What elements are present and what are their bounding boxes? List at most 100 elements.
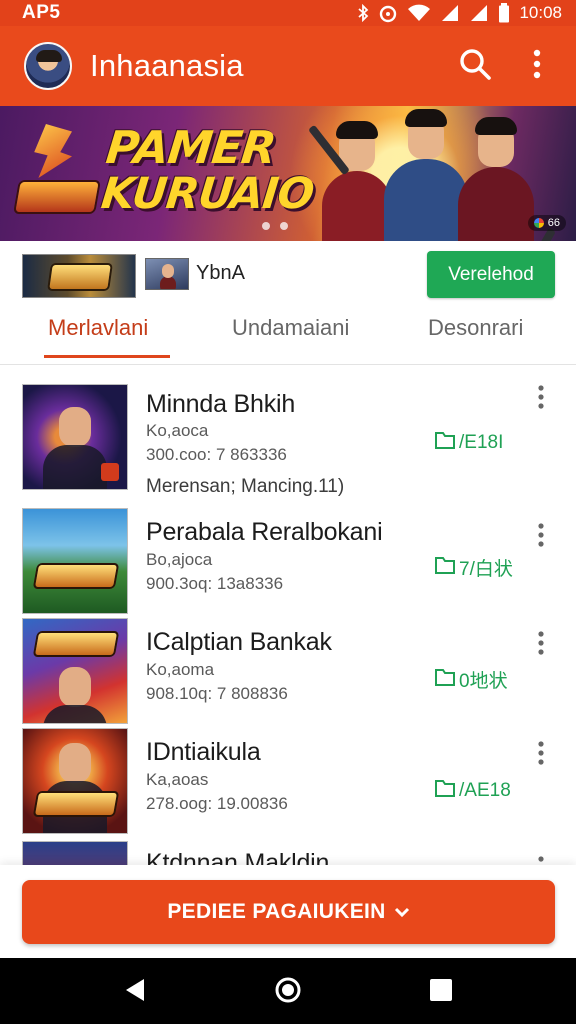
item-title: Minnda Bhkih bbox=[146, 390, 296, 418]
item-meta: Bo,ajoca 900.3oq: 13a8336 bbox=[146, 548, 283, 596]
banner-badge: 66 bbox=[527, 215, 566, 231]
more-vert-icon bbox=[537, 522, 545, 552]
primary-action-button[interactable]: PEDIEE PAGAIUKEIN bbox=[22, 880, 555, 944]
item-title: IDntiaikula bbox=[146, 738, 261, 766]
banner-dot[interactable] bbox=[280, 222, 288, 230]
item-thumbnail bbox=[22, 618, 128, 724]
list-item[interactable]: ICalptian Bankak Ko,aoma 908.10q: 7 8088… bbox=[0, 618, 576, 730]
item-stat: /E18I bbox=[434, 430, 503, 456]
list-item[interactable]: IDntiaikula Ka,aoas 278.oog: 19.00836 /A… bbox=[0, 728, 576, 840]
item-stat-text: 7/白状 bbox=[459, 559, 513, 580]
system-nav-bar bbox=[0, 958, 576, 1024]
more-vert-icon bbox=[532, 49, 542, 84]
item-stat: 0地状 bbox=[434, 666, 508, 693]
item-stat-text: /AE18 bbox=[459, 780, 511, 801]
item-meta-line1: Ko,aoca bbox=[146, 421, 209, 440]
app-title: Inhaanasia bbox=[90, 48, 244, 83]
item-meta-line1: Bo,ajoca bbox=[146, 550, 213, 569]
item-more-button[interactable] bbox=[528, 855, 554, 865]
banner-character-3 bbox=[458, 117, 534, 241]
item-stat-text: 0地状 bbox=[459, 671, 508, 692]
item-title: Perabala Reralbokani bbox=[146, 518, 383, 546]
item-thumbnail bbox=[22, 841, 128, 865]
status-carrier: AP5 bbox=[22, 2, 61, 23]
item-meta-line1: Ko,aoma bbox=[146, 660, 215, 679]
item-more-button[interactable] bbox=[528, 630, 554, 660]
banner-character-1 bbox=[322, 121, 392, 241]
alarm-icon bbox=[378, 3, 398, 23]
back-icon bbox=[122, 977, 148, 1008]
bluetooth-icon bbox=[357, 4, 369, 22]
search-icon bbox=[458, 47, 492, 86]
promo-banner[interactable]: PAMER KURUAIO 66 bbox=[0, 106, 576, 241]
status-icons: 10:08 bbox=[357, 3, 562, 23]
item-stat: /AE18 bbox=[434, 778, 511, 804]
item-thumbnail bbox=[22, 728, 128, 834]
more-vert-icon bbox=[537, 630, 545, 660]
signal-icon-2 bbox=[469, 4, 489, 22]
banner-dot[interactable] bbox=[262, 222, 270, 230]
item-title: ICalptian Bankak bbox=[146, 628, 332, 656]
banner-game-logo bbox=[14, 120, 100, 220]
tab-merlavlani[interactable]: Merlavlani bbox=[48, 315, 148, 341]
promo-game-thumbnail[interactable] bbox=[22, 254, 136, 298]
item-meta: Ko,aoma 908.10q: 7 808836 bbox=[146, 658, 288, 706]
folder-icon bbox=[434, 430, 456, 456]
chevron-down-icon bbox=[394, 900, 410, 924]
promo-action-button[interactable]: Verelehod bbox=[427, 251, 555, 298]
item-more-button[interactable] bbox=[528, 384, 554, 414]
google-icon bbox=[533, 218, 544, 228]
more-vert-icon bbox=[537, 855, 545, 865]
item-meta-line2: 908.10q: 7 808836 bbox=[146, 684, 288, 703]
status-time: 10:08 bbox=[519, 3, 562, 22]
item-meta-line2: 278.oog: 19.00836 bbox=[146, 794, 288, 813]
item-more-button[interactable] bbox=[528, 522, 554, 552]
item-meta-line1: Ka,aoas bbox=[146, 770, 209, 789]
promo-strip: YbnA Verelehod bbox=[0, 241, 576, 309]
primary-action-label: PEDIEE PAGAIUKEIN bbox=[167, 900, 386, 923]
folder-icon bbox=[434, 667, 456, 693]
avatar[interactable] bbox=[24, 42, 72, 90]
tab-undamaiani[interactable]: Undamaiani bbox=[232, 315, 349, 341]
item-thumbnail bbox=[22, 384, 128, 490]
banner-character-2 bbox=[384, 109, 468, 241]
tab-indicator bbox=[44, 355, 170, 358]
folder-icon bbox=[434, 555, 456, 581]
banner-badge-text: 66 bbox=[547, 217, 560, 229]
recents-icon bbox=[429, 978, 453, 1007]
item-thumbnail bbox=[22, 508, 128, 614]
more-vert-icon bbox=[537, 740, 545, 770]
item-meta-line2: 900.3oq: 13a8336 bbox=[146, 574, 284, 593]
item-meta: Ko,aoca 300.coo: 7 863336 bbox=[146, 419, 287, 467]
search-button[interactable] bbox=[452, 43, 498, 89]
item-meta-line2: 300.coo: 7 863336 bbox=[146, 445, 287, 464]
wifi-icon bbox=[407, 4, 431, 22]
item-stat-text: /E18I bbox=[459, 432, 504, 453]
item-more-button[interactable] bbox=[528, 740, 554, 770]
bottom-action-area: PEDIEE PAGAIUKEIN bbox=[0, 865, 576, 958]
item-meta: Ka,aoas 278.oog: 19.00836 bbox=[146, 768, 288, 816]
item-title: Ktdnnan Makldin bbox=[146, 849, 330, 865]
overflow-menu-button[interactable] bbox=[514, 43, 560, 89]
item-stat: 7/白状 bbox=[434, 554, 513, 581]
nav-home-button[interactable] bbox=[273, 977, 303, 1007]
nav-back-button[interactable] bbox=[120, 977, 150, 1007]
home-icon bbox=[274, 976, 302, 1009]
promo-label: YbnA bbox=[196, 262, 245, 284]
banner-headline-line1: PAMER bbox=[103, 121, 279, 174]
banner-pager[interactable] bbox=[262, 222, 288, 230]
item-extra: Merensan; Mancing.11) bbox=[146, 476, 345, 497]
more-vert-icon bbox=[537, 384, 545, 414]
tab-bar: Merlavlani Undamaiani Desonrari bbox=[0, 309, 576, 365]
list-item[interactable]: Ktdnnan Makldin bbox=[0, 841, 576, 865]
list-item[interactable]: Perabala Reralbokani Bo,ajoca 900.3oq: 1… bbox=[0, 508, 576, 620]
banner-headline-line2: KURUAIO bbox=[98, 169, 316, 219]
tab-desonrari[interactable]: Desonrari bbox=[428, 315, 523, 341]
list-item[interactable]: Minnda Bhkih Ko,aoca 300.coo: 7 863336 M… bbox=[0, 384, 576, 497]
game-list: Minnda Bhkih Ko,aoca 300.coo: 7 863336 M… bbox=[0, 365, 576, 865]
promo-player-thumbnail[interactable] bbox=[145, 258, 189, 290]
nav-recents-button[interactable] bbox=[426, 977, 456, 1007]
app-bar: Inhaanasia bbox=[0, 26, 576, 106]
signal-icon bbox=[440, 4, 460, 22]
status-bar: AP5 10:08 bbox=[0, 0, 576, 26]
